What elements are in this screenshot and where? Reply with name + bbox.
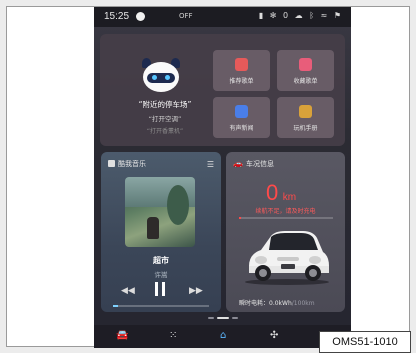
song-title: 超市 [153, 256, 169, 265]
zero-icon: 0 [283, 11, 291, 20]
flag-icon: ⚑ [333, 11, 343, 20]
battery-level-fill [239, 217, 241, 219]
page-dot [232, 317, 238, 319]
energy-consumption: 瞬时电耗：0.0kWh/100km [239, 298, 315, 307]
music-app-icon [108, 160, 115, 167]
page-dot-active [217, 317, 229, 319]
song-progress-bar[interactable] [113, 305, 209, 307]
tile-user-manual[interactable]: 玩机手册 [277, 97, 334, 138]
cover-tree [167, 185, 189, 225]
cover-figure [147, 217, 159, 239]
range-value: 0 [266, 180, 279, 205]
pause-bar [162, 282, 165, 296]
voice-hint-third[interactable]: “打开香薰机” [120, 126, 210, 135]
assistant-eye [152, 75, 157, 80]
playlist-icon[interactable]: ☰ [207, 160, 214, 169]
voice-hint-second[interactable]: “打开空调” [120, 113, 210, 123]
weather-icon: ☁ [294, 11, 305, 20]
pause-bar [155, 282, 158, 296]
music-list-icon [235, 58, 248, 71]
tile-favorite-playlist[interactable]: 收藏歌单 [277, 50, 334, 91]
home-icon[interactable]: ⌂ [220, 330, 226, 341]
wifi-icon: ≈ [320, 11, 330, 20]
status-off-label: OFF [179, 12, 193, 20]
energy-label: 瞬时电耗： [239, 300, 270, 307]
car-icon[interactable]: 🚘 [116, 330, 128, 341]
album-cover[interactable] [125, 177, 195, 247]
song-progress-fill [113, 305, 118, 307]
news-icon [235, 105, 248, 118]
page-dot [208, 317, 214, 319]
range-unit: km [282, 192, 297, 203]
vehicle-image [245, 231, 329, 285]
figure-frame: 15:25 OFF ▮ ✻ 0 ☁ ᛒ ≈ ⚑ “附近的停车场” “打开空调” … [6, 6, 411, 353]
tile-label: 收藏歌单 [293, 78, 318, 85]
status-bar: 15:25 OFF ▮ ✻ 0 ☁ ᛒ ≈ ⚑ [94, 7, 351, 27]
battery-level-bar [239, 217, 333, 219]
heart-icon [299, 58, 312, 71]
pause-icon[interactable] [153, 282, 167, 296]
music-card-title: 酷我音乐 [118, 160, 146, 168]
tile-recommended-playlist[interactable]: 推荐歌单 [213, 50, 270, 91]
low-range-warning: 续航不足，请及时充电 [255, 208, 316, 215]
bluetooth-icon: ᛒ [309, 11, 317, 20]
vehicle-status-card[interactable]: 🚗 车况信息 0 km 续航不足，请及时充电 瞬时电耗：0.0kWh/100km [226, 152, 345, 312]
assistant-panel: “附近的停车场” “打开空调” “打开香薰机” 推荐歌单 收藏歌单 有声新闻 玩… [100, 34, 345, 146]
next-track-icon[interactable]: ▶▶ [189, 286, 203, 296]
figure-reference-tag: OMS51-1010 [319, 331, 411, 353]
previous-track-icon[interactable]: ◀◀ [121, 286, 135, 296]
vehicle-card-header: 🚗 车况信息 [233, 159, 274, 169]
vehicle-card-title: 车况信息 [245, 160, 274, 168]
apps-grid-icon[interactable]: ⁙ [169, 330, 177, 341]
fan-icon: ✻ [269, 11, 279, 20]
car-icon: 🚗 [233, 159, 243, 168]
tile-label: 玩机手册 [293, 125, 318, 132]
car-screen: 15:25 OFF ▮ ✻ 0 ☁ ᛒ ≈ ⚑ “附近的停车场” “打开空调” … [94, 7, 351, 348]
voice-hint-main[interactable]: “附近的停车场” [120, 99, 210, 110]
fan-icon[interactable]: ✣ [270, 330, 278, 341]
assistant-status-icon [136, 12, 145, 21]
figure-page: 15:25 OFF ▮ ✻ 0 ☁ ᛒ ≈ ⚑ “附近的停车场” “打开空调” … [0, 0, 416, 353]
bottom-nav-bar: 🚘 ⁙ ⌂ ✣ [94, 325, 351, 348]
assistant-eye [165, 75, 170, 80]
tile-label: 推荐歌单 [229, 78, 254, 85]
signal-bars-icon: ▮ [258, 11, 266, 20]
energy-value: 0.0kWh [269, 300, 292, 307]
status-icons: ▮ ✻ 0 ☁ ᛒ ≈ ⚑ [259, 11, 343, 20]
tile-audio-news[interactable]: 有声新闻 [213, 97, 270, 138]
assistant-avatar-icon[interactable] [140, 58, 182, 96]
music-card[interactable]: 酷我音乐 ☰ 超市 许嵩 ◀◀ ▶▶ [101, 152, 221, 312]
energy-unit: /100km [291, 300, 315, 307]
manual-icon [299, 105, 312, 118]
music-card-header: 酷我音乐 [108, 159, 146, 169]
artist-name: 许嵩 [154, 271, 168, 279]
status-time: 15:25 [104, 11, 130, 22]
tile-label: 有声新闻 [229, 125, 254, 132]
range-readout: 0 km [266, 180, 296, 206]
